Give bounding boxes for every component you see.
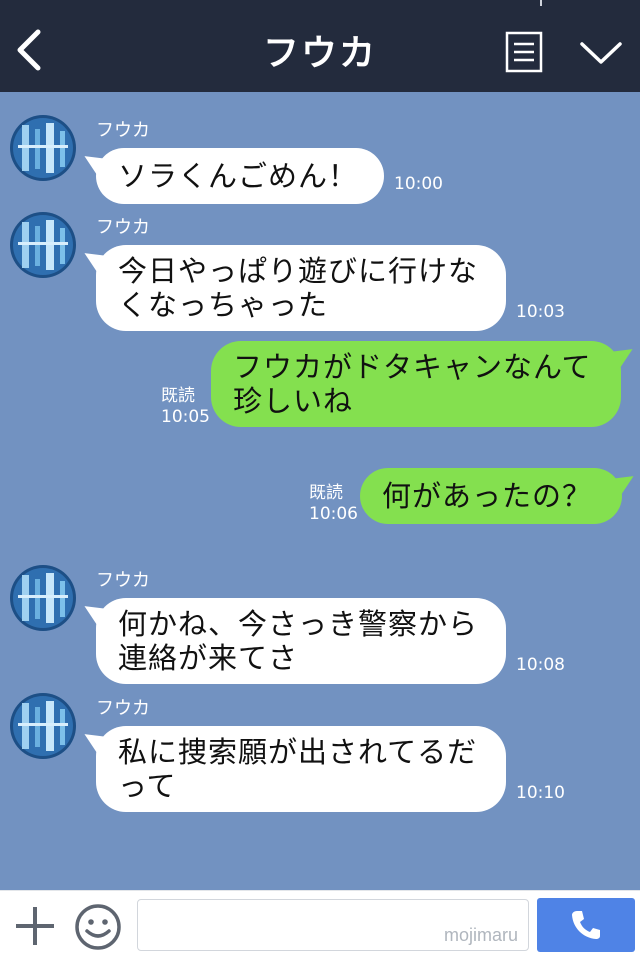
add-button[interactable] [14, 905, 56, 947]
avatar[interactable] [10, 115, 76, 181]
message-bubble-incoming[interactable]: ソラくんごめん！ [96, 148, 384, 204]
avatar-image [10, 693, 76, 759]
message-bubble-incoming[interactable]: 何かね、今さっき警察から 連絡が来てさ [96, 598, 506, 684]
avatar-image [10, 565, 76, 631]
avatar-image [10, 212, 76, 278]
call-button[interactable] [537, 898, 635, 952]
chevron-down-icon [580, 42, 622, 64]
plus-icon [16, 907, 54, 945]
avatar[interactable] [10, 693, 76, 759]
status-tick [540, 0, 542, 6]
read-receipt: 既読 [161, 386, 195, 406]
message-time: 10:08 [516, 655, 565, 675]
message-text: 今日やっぱり遊びに行けな くなっちゃった [118, 254, 479, 322]
message-text: 何かね、今さっき警察から 連絡が来てさ [118, 607, 479, 675]
message-bubble-incoming[interactable]: 今日やっぱり遊びに行けな くなっちゃった [96, 245, 506, 331]
chat-area[interactable]: フウカ ソラくんごめん！ 10:00 フウカ 今日やっぱり遊びに行けな くなっち… [0, 92, 640, 890]
page-title: フウカ [262, 33, 377, 74]
sender-name: フウカ [96, 698, 150, 719]
message-bubble-incoming[interactable]: 私に捜索願が出されてるだ って [96, 726, 506, 812]
avatar-image [10, 115, 76, 181]
header-bar: フウカ [0, 0, 640, 92]
message-bubble-outgoing[interactable]: 何があったの？ [360, 468, 622, 524]
sender-name: フウカ [96, 217, 150, 238]
list-icon [505, 31, 543, 73]
avatar[interactable] [10, 565, 76, 631]
message-time: 10:05 [161, 407, 210, 427]
message-input[interactable]: mojimaru [137, 899, 529, 951]
emoji-button[interactable] [74, 903, 122, 951]
smiley-icon [75, 904, 121, 950]
message-text: 私に捜索願が出されてるだ って [118, 735, 478, 803]
watermark: mojimaru [443, 925, 518, 945]
message-time: 10:06 [309, 504, 358, 524]
message-time: 10:00 [394, 174, 443, 194]
sender-name: フウカ [96, 570, 150, 591]
read-receipt: 既読 [309, 483, 343, 503]
input-bar: mojimaru [0, 890, 640, 961]
collapse-button[interactable] [578, 38, 624, 68]
message-text: ソラくんごめん！ [118, 159, 359, 193]
menu-button[interactable] [505, 31, 543, 73]
phone-icon [572, 911, 600, 939]
message-time: 10:10 [516, 783, 565, 803]
message-bubble-outgoing[interactable]: フウカがドタキャンなんて 珍しいね [211, 341, 621, 427]
avatar[interactable] [10, 212, 76, 278]
message-text: 何があったの？ [382, 479, 593, 513]
message-time: 10:03 [516, 302, 565, 322]
sender-name: フウカ [96, 120, 150, 141]
message-text: フウカがドタキャンなんて 珍しいね [233, 350, 592, 418]
